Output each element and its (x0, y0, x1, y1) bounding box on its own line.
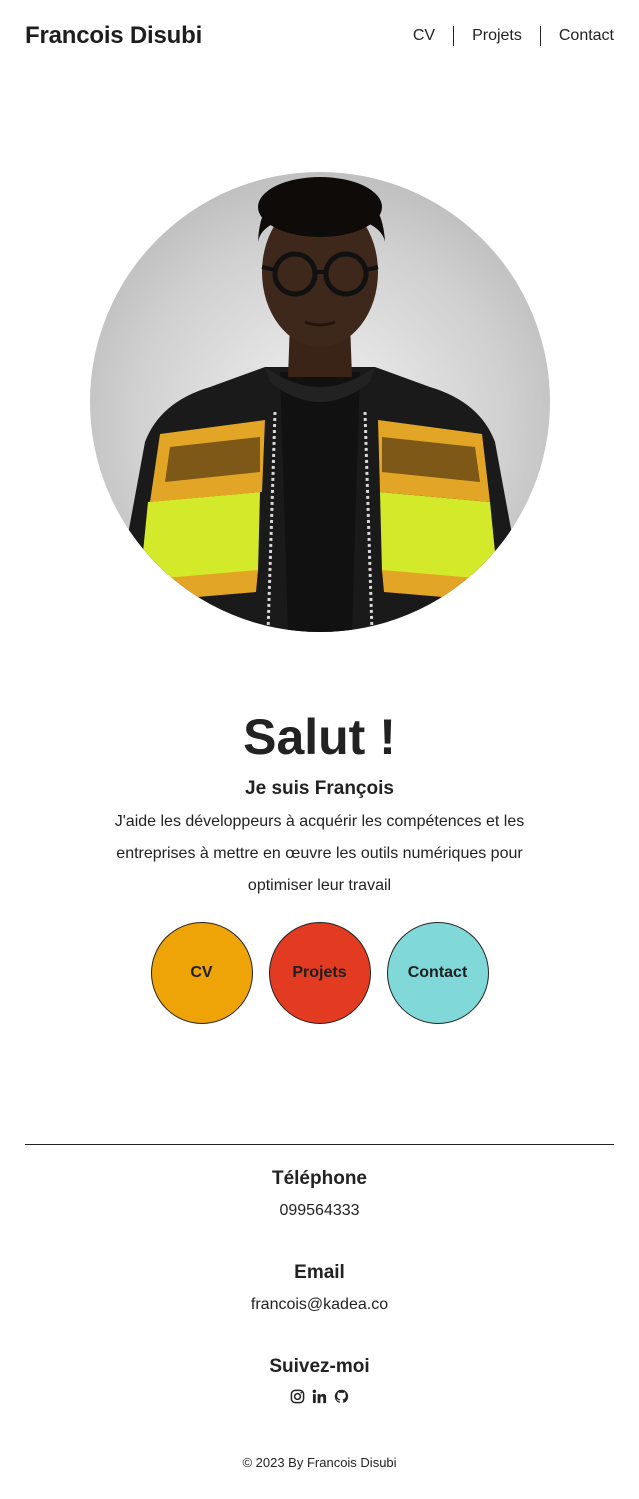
footer-copyright: © 2023 By Francois Disubi (242, 1455, 397, 1470)
phone-title: Téléphone (271, 1168, 367, 1189)
profile-photo (90, 172, 550, 632)
social-links (0, 1388, 639, 1404)
linkedin-icon[interactable] (312, 1388, 328, 1404)
social-section: Suivez-moi (0, 1356, 639, 1404)
nav-link-contact[interactable]: Contact (559, 27, 614, 45)
nav-link-cv[interactable]: CV (413, 27, 435, 45)
phone-value[interactable]: 099564333 (0, 1202, 639, 1220)
nav-separator (539, 26, 541, 46)
brand-name[interactable]: Francois Disubi (25, 22, 202, 50)
github-icon[interactable] (334, 1388, 350, 1404)
section-divider (25, 1144, 614, 1145)
nav-link-projets[interactable]: Projets (472, 27, 522, 45)
hero-subtitle: Je suis François (245, 778, 394, 799)
hero-description: J'aide les développeurs à acquérir les c… (114, 813, 525, 894)
contact-button[interactable]: Contact (386, 922, 489, 1024)
email-value[interactable]: francois@kadea.co (0, 1296, 639, 1314)
profile-photo-illustration (110, 177, 530, 632)
cta-buttons: CV Projets Contact (0, 922, 639, 1024)
site-header: Francois Disubi CV Projets Contact (25, 18, 614, 54)
email-title: Email (294, 1262, 345, 1283)
nav-separator (453, 26, 455, 46)
hero-title: Salut ! (243, 709, 396, 765)
main-nav: CV Projets Contact (413, 26, 614, 46)
email-section: Email francois@kadea.co (0, 1262, 639, 1314)
instagram-icon[interactable] (290, 1388, 306, 1404)
projets-button[interactable]: Projets (268, 922, 371, 1024)
phone-section: Téléphone 099564333 (0, 1168, 639, 1220)
cv-button[interactable]: CV (150, 922, 253, 1024)
follow-title: Suivez-moi (269, 1356, 370, 1377)
